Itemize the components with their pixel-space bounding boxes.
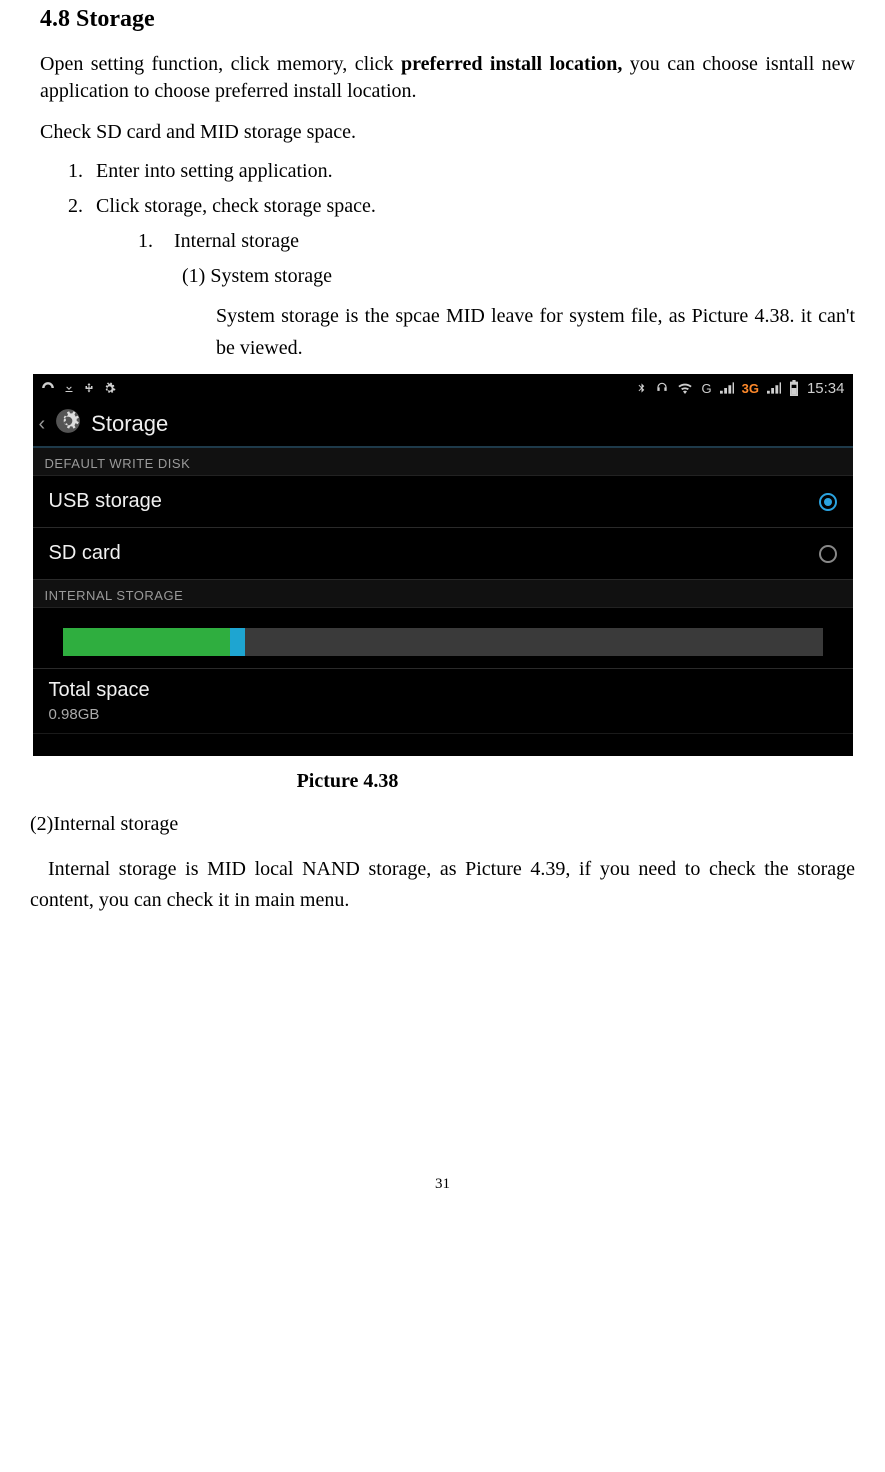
wifi-fan-icon — [41, 381, 55, 395]
radio-selected-icon[interactable] — [819, 493, 837, 511]
list-num-2: 2. — [68, 195, 96, 218]
paragraph-intro: Open setting function, click memory, cli… — [40, 51, 855, 105]
row-usb-label: USB storage — [49, 490, 162, 513]
list-item: (1) System storage — [182, 265, 855, 288]
storage-seg-other — [230, 628, 245, 656]
row-total-space[interactable]: Total space 0.98GB — [33, 669, 853, 734]
clock-time: 15:34 — [807, 380, 845, 397]
gear-small-icon — [103, 382, 116, 395]
subsub-text: System storage — [210, 265, 332, 287]
para-internal-storage-desc: Internal storage is MID local NAND stora… — [30, 854, 855, 916]
signal-g-icon: G — [701, 381, 711, 396]
list-text-2: Click storage, check storage space. — [96, 195, 376, 217]
signal-bars-icon — [720, 382, 734, 394]
status-left — [41, 381, 116, 395]
wifi-icon — [677, 382, 693, 394]
caption-text: Picture 4.38 — [297, 770, 399, 793]
list-item: 2.Click storage, check storage space. — [68, 195, 855, 218]
row-usb-storage[interactable]: USB storage — [33, 476, 853, 528]
para-internal-storage-2: (2)Internal storage — [30, 809, 855, 840]
status-right: G 3G 15:34 — [636, 380, 844, 397]
para1-a: Open setting function, click memory, cli… — [40, 53, 401, 75]
ordered-list-1: 1.Enter into setting application. 2.Clic… — [68, 160, 855, 218]
para1-b-bold: preferred install location, — [401, 53, 630, 75]
threeg-label: 3G — [742, 381, 759, 396]
section-default-write-disk: DEFAULT WRITE DISK — [33, 448, 853, 476]
signal-bars2-icon — [767, 382, 781, 394]
paragraph-check: Check SD card and MID storage space. — [40, 119, 855, 146]
title-bar[interactable]: ‹ Storage — [33, 402, 853, 448]
battery-icon — [789, 380, 799, 396]
row-sd-label: SD card — [49, 542, 121, 565]
list-num-1: 1. — [68, 160, 96, 183]
body-after-figure: (2)Internal storage Internal storage is … — [30, 809, 855, 916]
back-chevron-icon[interactable]: ‹ — [39, 413, 46, 436]
screenshot-bottom-fade — [33, 734, 853, 756]
section-heading: 4.8 Storage — [40, 6, 855, 33]
sub-text: Internal storage — [174, 230, 299, 252]
usb-icon — [83, 381, 95, 395]
bluetooth-icon — [636, 381, 647, 395]
list-item: 1.Internal storage — [138, 230, 855, 253]
status-bar: G 3G 15:34 — [33, 374, 853, 402]
subsub-num: (1) — [182, 265, 205, 287]
headphones-icon — [655, 381, 669, 395]
row-sd-card[interactable]: SD card — [33, 528, 853, 580]
subsub-body: System storage is the spcae MID leave fo… — [216, 300, 855, 364]
storage-bar-track — [63, 628, 823, 656]
list-item: 1.Enter into setting application. — [68, 160, 855, 183]
total-space-value: 0.98GB — [49, 706, 837, 723]
sub-list: 1.Internal storage — [138, 230, 855, 253]
sub-num: 1. — [138, 230, 174, 253]
screenshot-figure: G 3G 15:34 ‹ Storage DEFAULT WRITE DISK … — [33, 374, 853, 756]
list-text-1: Enter into setting application. — [96, 160, 333, 182]
settings-gear-icon — [55, 408, 81, 440]
radio-unselected-icon[interactable] — [819, 545, 837, 563]
section-internal-storage: INTERNAL STORAGE — [33, 580, 853, 608]
sub-sub-list: (1) System storage — [182, 265, 855, 288]
figure-caption: Picture 4.38 — [30, 770, 855, 793]
page-number: 31 — [30, 1176, 855, 1193]
storage-seg-apps — [63, 628, 230, 656]
download-icon — [63, 382, 75, 394]
total-space-label: Total space — [49, 679, 837, 702]
screen-title: Storage — [91, 411, 168, 437]
storage-usage-bar — [33, 608, 853, 669]
